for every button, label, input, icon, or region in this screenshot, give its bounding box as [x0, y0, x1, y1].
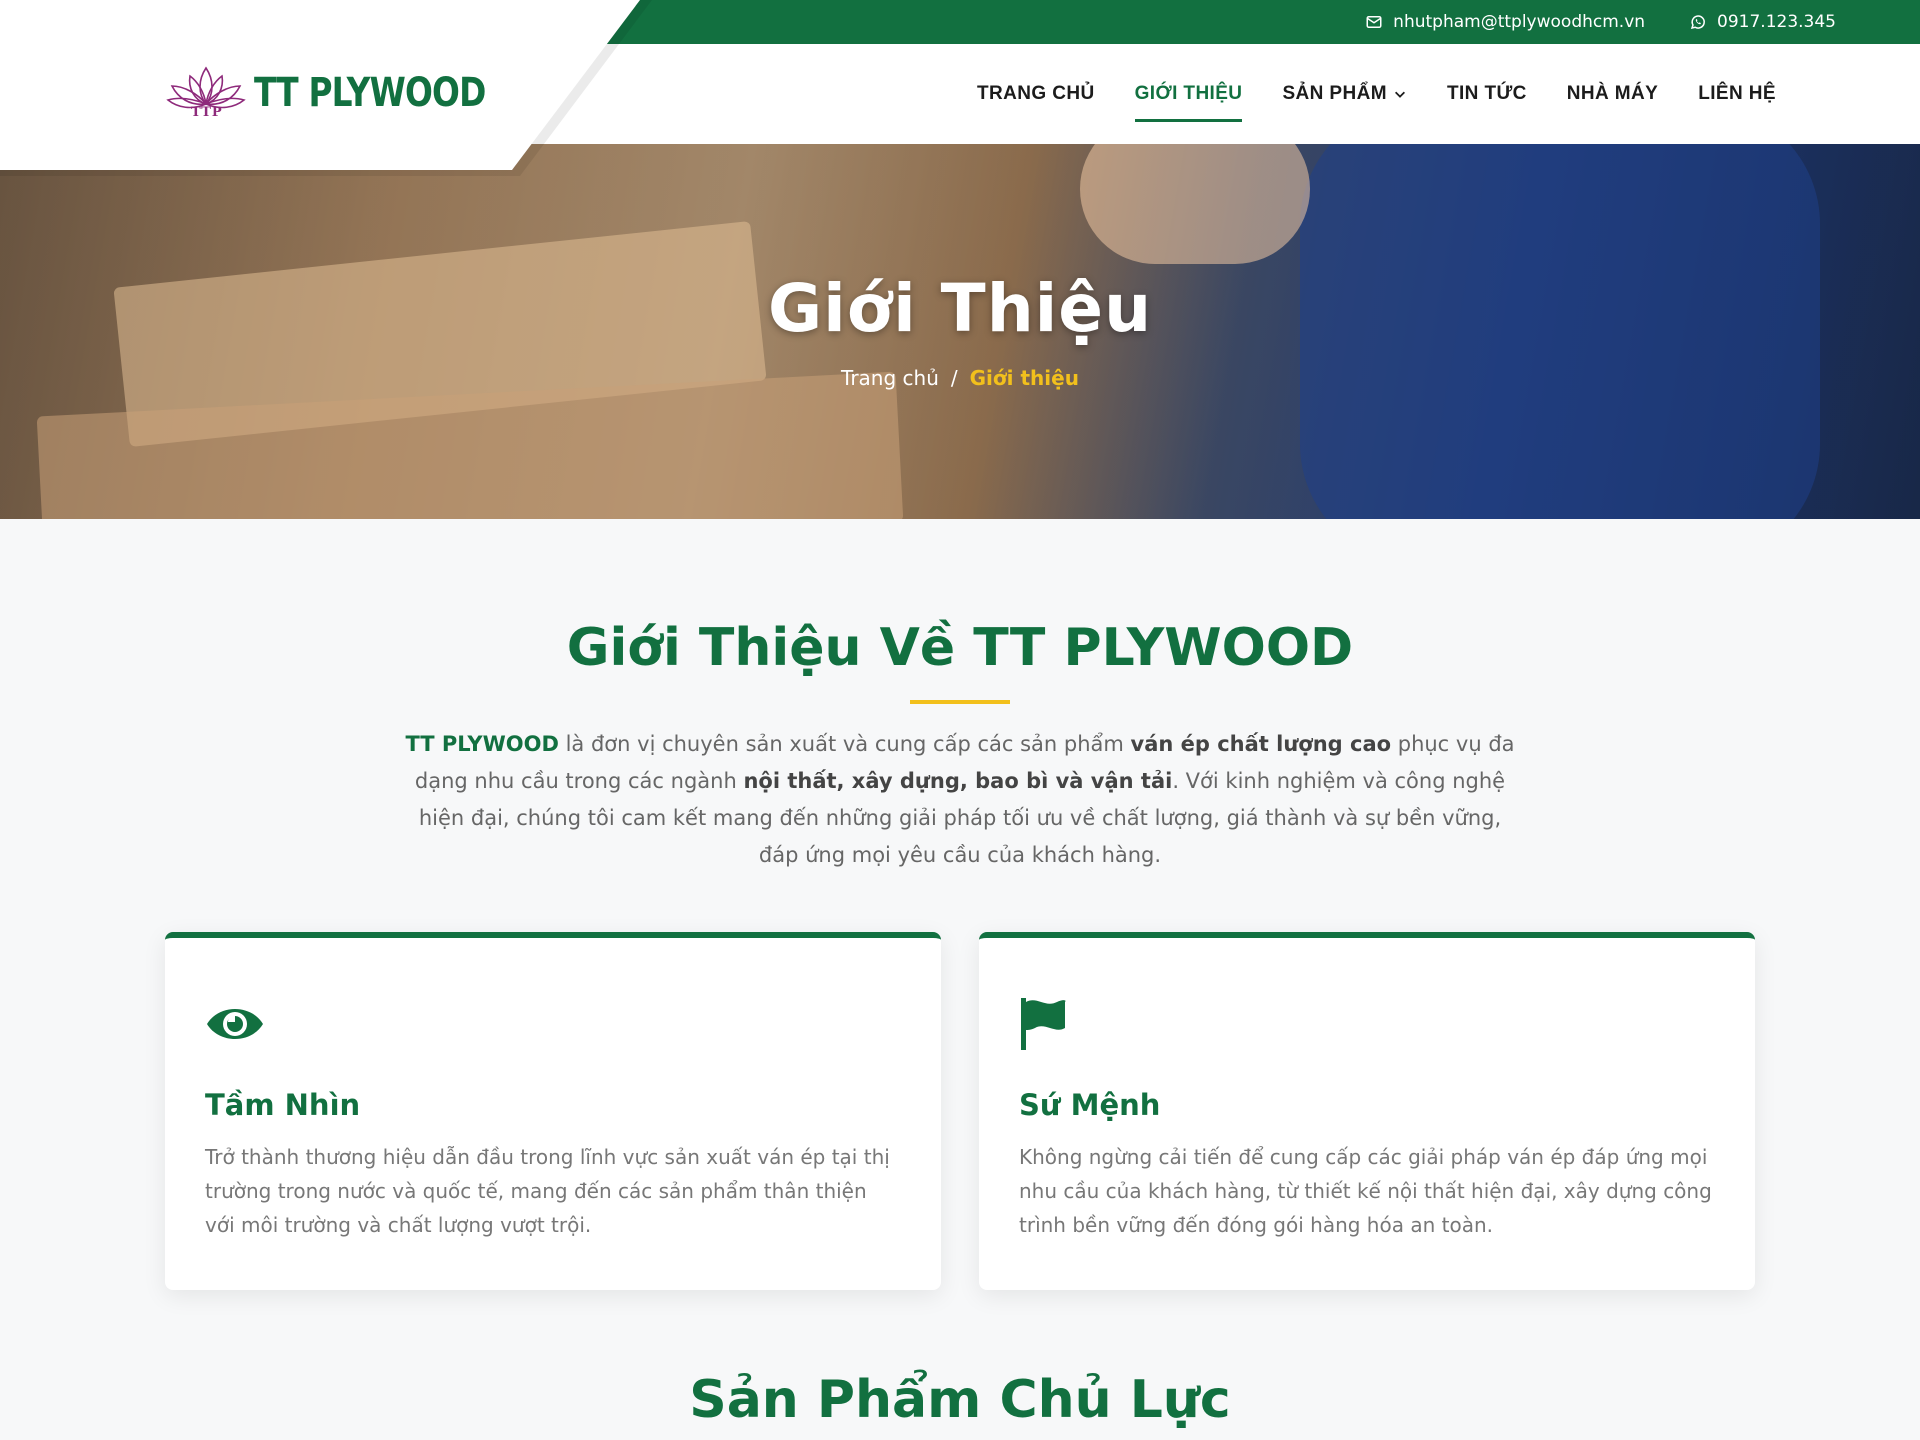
nav-item-contact[interactable]: LIÊN HỆ — [1698, 44, 1776, 144]
site-logo[interactable]: TTP TT PLYWOOD — [164, 62, 536, 124]
eye-icon — [207, 1009, 263, 1039]
breadcrumb: Trang chủ / Giới thiệu — [0, 366, 1920, 390]
about-section-title: Giới Thiệu Về TT PLYWOOD — [566, 618, 1354, 678]
nav-label: GIỚI THIỆU — [1134, 83, 1243, 104]
vision-title: Tầm Nhìn — [205, 1088, 361, 1122]
logo-mark-text: TTP — [191, 105, 223, 120]
breadcrumb-current: Giới thiệu — [969, 366, 1079, 390]
page-title: Giới Thiệu — [767, 270, 1153, 347]
nav-item-home[interactable]: TRANG CHỦ — [977, 44, 1095, 144]
intro-bold-1: ván ép chất lượng cao — [1130, 732, 1392, 756]
nav-item-about[interactable]: GIỚI THIỆU — [1134, 44, 1243, 144]
nav-label: LIÊN HỆ — [1698, 83, 1776, 104]
whatsapp-icon — [1690, 15, 1705, 30]
vision-text: Trở thành thương hiệu dẫn đầu trong lĩnh… — [205, 1145, 890, 1237]
intro-bold-2: nội thất, xây dựng, bao bì và vận tải — [743, 769, 1173, 793]
mission-card: Sứ Mệnh Không ngừng cải tiến để cung cấp… — [979, 932, 1755, 1290]
hero-background-shape — [1080, 144, 1310, 264]
nav-label: SẢN PHẨM — [1282, 83, 1387, 104]
title-underline — [910, 700, 1010, 704]
about-intro-text: TT PLYWOOD là đơn vị chuyên sản xuất và … — [396, 726, 1524, 874]
intro-text-1: là đơn vị chuyên sản xuất và cung cấp cá… — [558, 732, 1131, 756]
hero-banner: Giới Thiệu Trang chủ / Giới thiệu — [0, 144, 1920, 519]
breadcrumb-home-link[interactable]: Trang chủ — [841, 366, 939, 390]
nav-label: TIN TỨC — [1446, 83, 1527, 104]
chevron-down-icon — [1394, 91, 1405, 98]
main-menu: TRANG CHỦ GIỚI THIỆU SẢN PHẨM TIN TỨC NH… — [977, 44, 1776, 144]
email-contact[interactable]: nhutpham@ttplywoodhcm.vn — [1365, 12, 1645, 32]
email-text: nhutpham@ttplywoodhcm.vn — [1393, 12, 1646, 32]
phone-contact[interactable]: 0917.123.345 — [1689, 12, 1836, 32]
vision-card: Tầm Nhìn Trở thành thương hiệu dẫn đầu t… — [165, 932, 941, 1290]
flag-icon — [1021, 998, 1066, 1050]
intro-brand: TT PLYWOOD — [405, 732, 559, 756]
nav-item-products[interactable]: SẢN PHẨM — [1282, 44, 1407, 144]
envelope-icon — [1366, 16, 1382, 28]
breadcrumb-separator: / — [950, 366, 958, 390]
phone-text: 0917.123.345 — [1717, 12, 1836, 32]
nav-label: TRANG CHỦ — [977, 83, 1095, 104]
logo-text: TT PLYWOOD — [254, 70, 486, 116]
nav-item-news[interactable]: TIN TỨC — [1447, 44, 1527, 144]
lotus-icon: TTP — [164, 62, 248, 124]
mission-title: Sứ Mệnh — [1019, 1088, 1161, 1122]
nav-label: NHÀ MÁY — [1566, 83, 1659, 104]
mission-text: Không ngừng cải tiến để cung cấp các giả… — [1019, 1145, 1712, 1237]
nav-item-factory[interactable]: NHÀ MÁY — [1567, 44, 1658, 144]
products-section-title: Sản Phẩm Chủ Lực — [689, 1370, 1231, 1430]
